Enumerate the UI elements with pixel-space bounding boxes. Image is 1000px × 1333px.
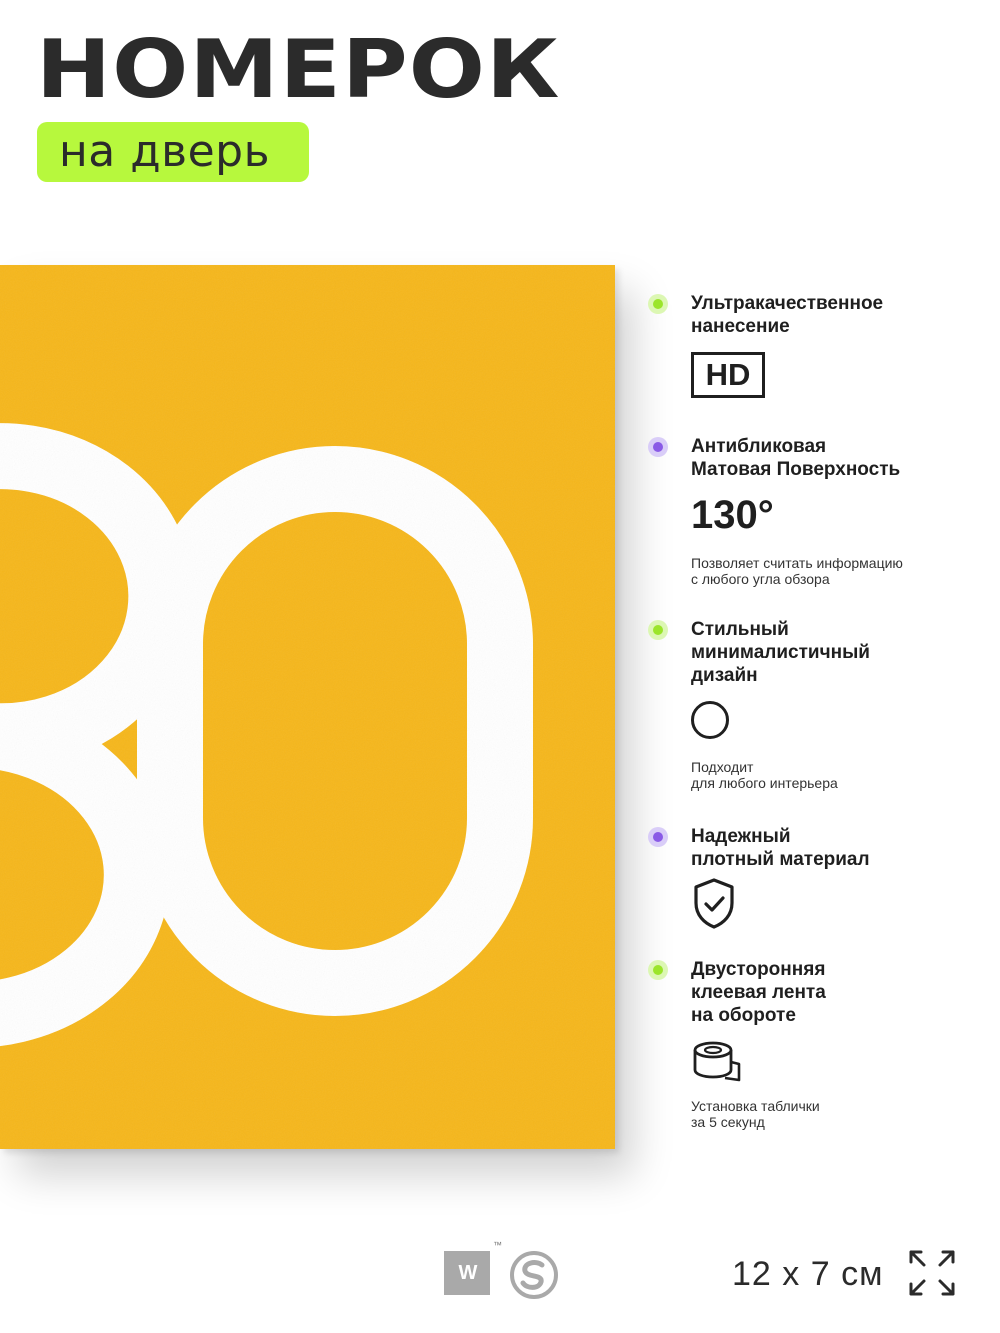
tape-roll-icon	[693, 1041, 741, 1082]
bullet-icon	[648, 960, 668, 980]
feature-note: Установка таблички за 5 секунд	[691, 1098, 820, 1130]
bullet-icon	[648, 437, 668, 457]
feature-title: Надежный плотный материал	[691, 826, 870, 870]
feature-title: Двусторонняя клеевая лента на обороте	[691, 959, 826, 1026]
viewing-angle-value: 130°	[691, 493, 774, 537]
feature-title: Стильный минималистичный дизайн	[691, 619, 870, 686]
circle-icon	[691, 701, 729, 739]
shield-check-icon	[694, 878, 734, 929]
door-number-plaque	[0, 265, 615, 1149]
feature-note: Позволяет считать информацию с любого уг…	[691, 555, 903, 587]
page-title: НОМЕРОК	[36, 23, 561, 116]
plaque-digits	[0, 265, 615, 1149]
brand-s-logo	[510, 1251, 558, 1299]
brand-w-logo: W	[444, 1251, 490, 1295]
subtitle-pill: на дверь	[37, 122, 309, 182]
feature-title: Ультракачественное нанесение	[691, 293, 884, 337]
bullet-icon	[648, 620, 668, 640]
hd-badge: HD	[691, 352, 765, 398]
feature-title: Антибликовая Матовая Поверхность	[691, 436, 901, 480]
plaque-size: 12 x 7 см	[732, 1255, 884, 1293]
bullet-icon	[648, 827, 668, 847]
trademark-mark: ™	[493, 1240, 502, 1250]
feature-note: Подходит для любого интерьера	[691, 759, 838, 791]
bullet-icon	[648, 294, 668, 314]
expand-arrows-icon[interactable]	[907, 1248, 957, 1298]
